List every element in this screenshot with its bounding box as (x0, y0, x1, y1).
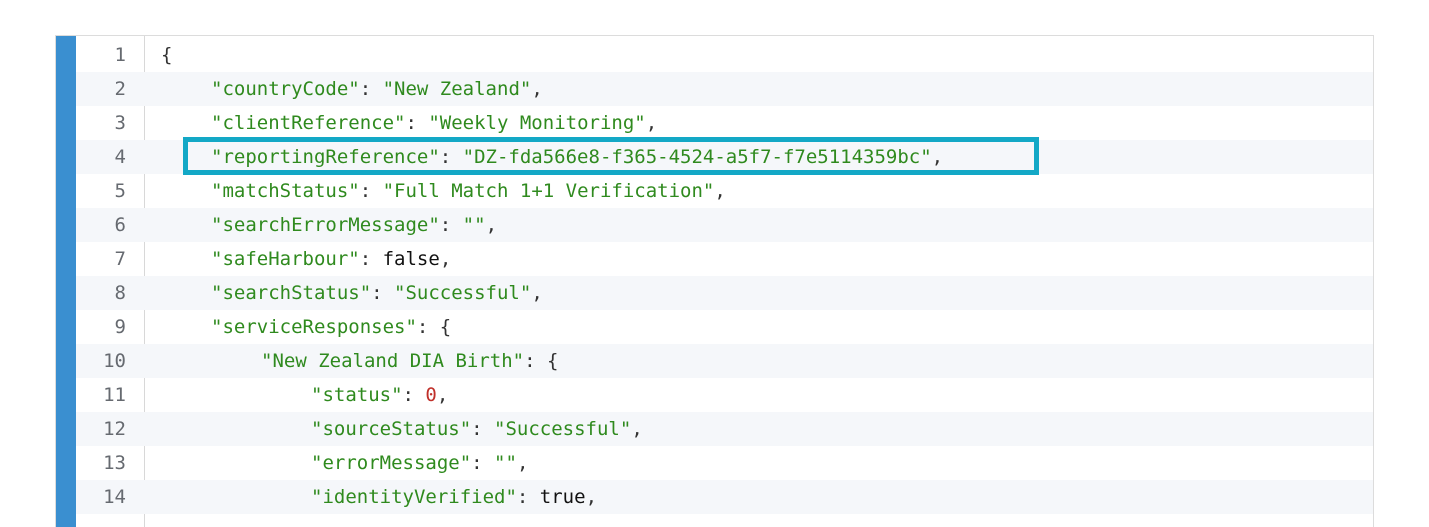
code-line: 1{ (76, 38, 1373, 72)
json-string: "Successful" (494, 418, 632, 440)
code-line: 9 "serviceResponses": { (76, 310, 1373, 344)
json-key: "matchStatus" (211, 180, 360, 202)
json-punctuation: : (359, 78, 383, 100)
json-string: "" (494, 452, 517, 474)
code-line: 13 "errorMessage": "", (76, 446, 1373, 480)
line-number: 14 (103, 486, 126, 508)
code-text: "identityVerified": true, (311, 480, 597, 514)
json-string: "New Zealand" (382, 78, 532, 100)
code-line: 11 "status": 0, (76, 378, 1373, 412)
code-text: "sourceStatus": "Successful", (311, 412, 643, 446)
code-text: "clientReference": "Weekly Monitoring", (211, 106, 657, 140)
json-string: "DZ-fda566e8-f365-4524-a5f7-f7e5114359bc… (462, 146, 932, 168)
line-number: 9 (114, 316, 126, 338)
code-line: 7 "safeHarbour": false, (76, 242, 1373, 276)
code-text: "searchStatus": "Successful", (211, 276, 543, 310)
code-line: 3 "clientReference": "Weekly Monitoring", (76, 106, 1373, 140)
json-key: "clientReference" (211, 112, 406, 134)
line-number: 7 (114, 248, 126, 270)
json-string: "Weekly Monitoring" (428, 112, 646, 134)
json-punctuation: : (471, 418, 495, 440)
line-number: 2 (114, 78, 126, 100)
json-string: "Successful" (394, 282, 532, 304)
json-punctuation: , (931, 146, 944, 168)
json-punctuation: , (516, 452, 529, 474)
json-key: "New Zealand DIA Birth" (261, 350, 525, 372)
line-number: 5 (114, 180, 126, 202)
line-number: 10 (103, 350, 126, 372)
json-key: "reportingReference" (211, 146, 440, 168)
code-text: { (161, 38, 172, 72)
code-text: "errorMessage": "", (311, 446, 528, 480)
line-number: 4 (114, 146, 126, 168)
code-text: "serviceResponses": { (211, 310, 451, 344)
json-punctuation: , (645, 112, 658, 134)
json-punctuation: : { (416, 316, 452, 338)
code-text: "matchStatus": "Full Match 1+1 Verificat… (211, 174, 726, 208)
json-boolean: false (382, 248, 440, 270)
code-line: 8 "searchStatus": "Successful", (76, 276, 1373, 310)
json-punctuation: , (485, 214, 498, 236)
json-punctuation: : (516, 486, 540, 508)
code-text: "safeHarbour": false, (211, 242, 451, 276)
line-number: 1 (114, 44, 126, 66)
line-number: 11 (103, 384, 126, 406)
json-punctuation: : (471, 452, 495, 474)
code-line: 4 "reportingReference": "DZ-fda566e8-f365… (76, 140, 1373, 174)
json-punctuation: : (359, 180, 383, 202)
line-number: 8 (114, 282, 126, 304)
json-punctuation: , (531, 282, 543, 304)
json-punctuation: , (585, 486, 598, 508)
json-punctuation: : (359, 248, 383, 270)
json-key: "serviceResponses" (211, 316, 417, 338)
line-number: 12 (103, 418, 126, 440)
json-key: "safeHarbour" (211, 248, 360, 270)
json-punctuation: : { (524, 350, 559, 372)
json-boolean: true (539, 486, 586, 508)
line-number: 6 (114, 214, 126, 236)
json-key: "status" (311, 384, 403, 406)
code-text: "New Zealand DIA Birth": { (261, 344, 558, 378)
json-punctuation: , (439, 248, 452, 270)
code-line: 12 "sourceStatus": "Successful", (76, 412, 1373, 446)
json-punctuation: : (371, 282, 395, 304)
json-punctuation: : (439, 214, 463, 236)
json-punctuation: , (714, 180, 726, 202)
json-string: "" (462, 214, 486, 236)
line-number: 13 (103, 452, 126, 474)
line-number: 3 (114, 112, 126, 134)
code-text: "searchErrorMessage": "", (211, 208, 497, 242)
json-punctuation: : (402, 384, 426, 406)
json-punctuation: : (405, 112, 429, 134)
json-key: "sourceStatus" (311, 418, 472, 440)
json-key: "searchErrorMessage" (211, 214, 440, 236)
json-key: "searchStatus" (211, 282, 372, 304)
code-text: "status": 0, (311, 378, 448, 412)
json-punctuation: , (436, 384, 449, 406)
json-string: "Full Match 1+1 Verification" (382, 180, 715, 202)
json-key: "identityVerified" (311, 486, 517, 508)
code-text: "reportingReference": "DZ-fda566e8-f365-… (211, 140, 943, 174)
code-line: 6 "searchErrorMessage": "", (76, 208, 1373, 242)
code-lines: 1{2 "countryCode": "New Zealand", 3 "client… (76, 38, 1373, 514)
json-punctuation: { (161, 44, 173, 66)
json-number: 0 (425, 384, 437, 406)
code-line: 2 "countryCode": "New Zealand", (76, 72, 1373, 106)
code-line: 5 "matchStatus": "Full Match 1+1 Verifica… (76, 174, 1373, 208)
json-punctuation: , (531, 78, 543, 100)
json-key: "countryCode" (211, 78, 360, 100)
json-punctuation: , (631, 418, 643, 440)
code-line: 10 "New Zealand DIA Birth": { (76, 344, 1373, 378)
json-code-viewer: 1{2 "countryCode": "New Zealand", 3 "client… (55, 35, 1374, 527)
json-punctuation: : (439, 146, 463, 168)
code-text: "countryCode": "New Zealand", (211, 72, 543, 106)
json-key: "errorMessage" (311, 452, 472, 474)
accent-bar (56, 36, 76, 527)
code-line: 14 "identityVerified": true, (76, 480, 1373, 514)
